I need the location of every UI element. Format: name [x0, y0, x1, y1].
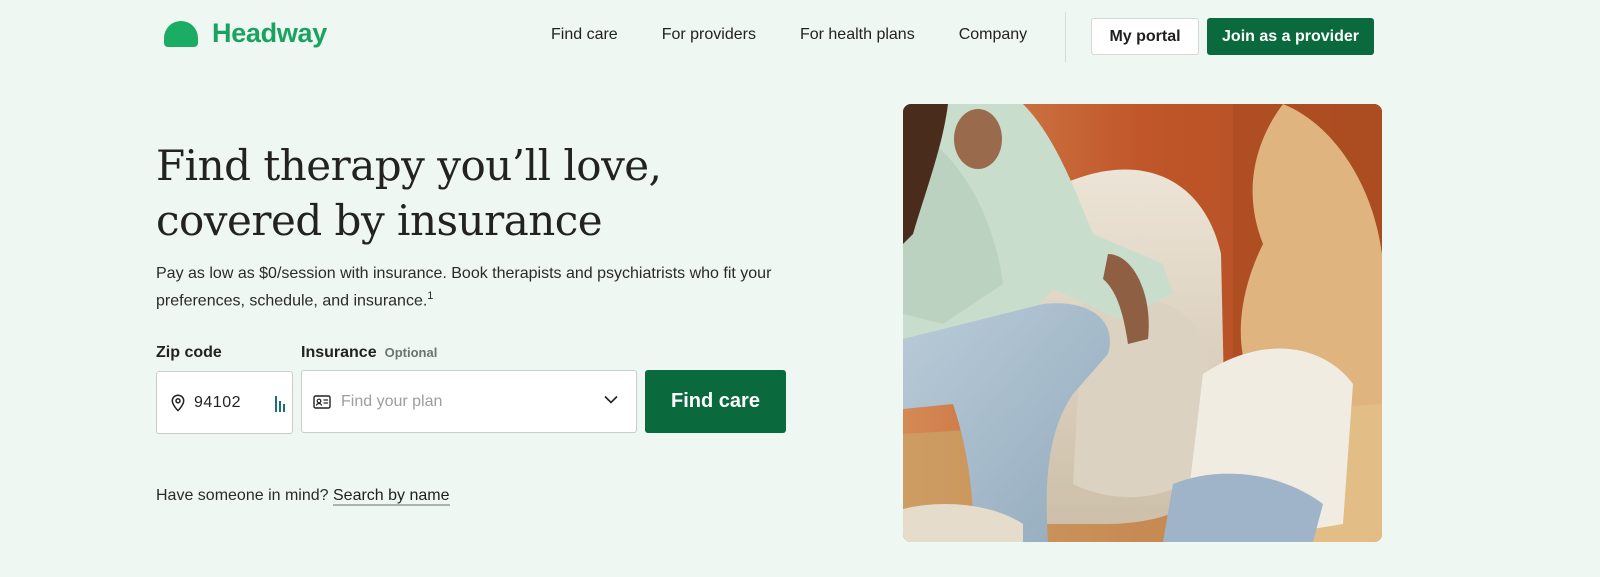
hero-subtitle: Pay as low as $0/session with insurance.… — [156, 262, 806, 312]
hero-subtitle-line-2: preferences, schedule, and insurance. — [156, 292, 428, 310]
nav-divider — [1065, 12, 1066, 62]
logo-mark-icon — [164, 20, 198, 47]
site-header: Headway Find care For providers For heal… — [0, 0, 1600, 74]
find-care-button[interactable]: Find care — [645, 370, 786, 433]
nav-for-health-plans[interactable]: For health plans — [800, 26, 915, 44]
location-pin-icon — [171, 393, 185, 412]
main-nav: Find care For providers For health plans… — [551, 26, 1071, 44]
headway-logo[interactable]: Headway — [164, 18, 327, 49]
zip-code-label: Zip code — [156, 344, 222, 361]
nav-find-care[interactable]: Find care — [551, 26, 618, 44]
nav-company[interactable]: Company — [959, 26, 1027, 44]
nav-for-providers[interactable]: For providers — [662, 26, 756, 44]
insurance-placeholder: Find your plan — [341, 392, 443, 410]
search-by-name-link[interactable]: Search by name — [333, 487, 450, 506]
zip-code-value: 94102 — [194, 393, 241, 411]
autofill-icon[interactable] — [275, 396, 285, 412]
hero-title-line-2: covered by insurance — [156, 196, 603, 245]
hero-photo — [903, 104, 1382, 542]
search-by-name-row: Have someone in mind? Search by name — [156, 487, 450, 506]
join-as-provider-button[interactable]: Join as a provider — [1207, 18, 1374, 55]
hero-title: Find therapy you’ll love, covered by ins… — [156, 138, 796, 248]
hero-title-line-1: Find therapy you’ll love, — [156, 141, 662, 190]
insurance-label: Insurance Optional — [301, 344, 437, 362]
logo-text: Headway — [212, 18, 327, 48]
insurance-select[interactable]: Find your plan — [301, 370, 637, 433]
my-portal-button[interactable]: My portal — [1091, 18, 1199, 55]
chevron-down-icon — [604, 395, 618, 404]
therapy-session-illustration — [903, 104, 1382, 542]
insurance-card-icon — [313, 394, 331, 409]
hero-subtitle-line-1: Pay as low as $0/session with insurance.… — [156, 265, 772, 282]
footnote-marker[interactable]: 1 — [427, 290, 433, 302]
optional-tag: Optional — [384, 345, 438, 360]
insurance-label-text: Insurance — [301, 344, 377, 361]
zip-code-field[interactable]: 94102 — [156, 371, 293, 434]
have-someone-in-mind-text: Have someone in mind? — [156, 487, 329, 504]
